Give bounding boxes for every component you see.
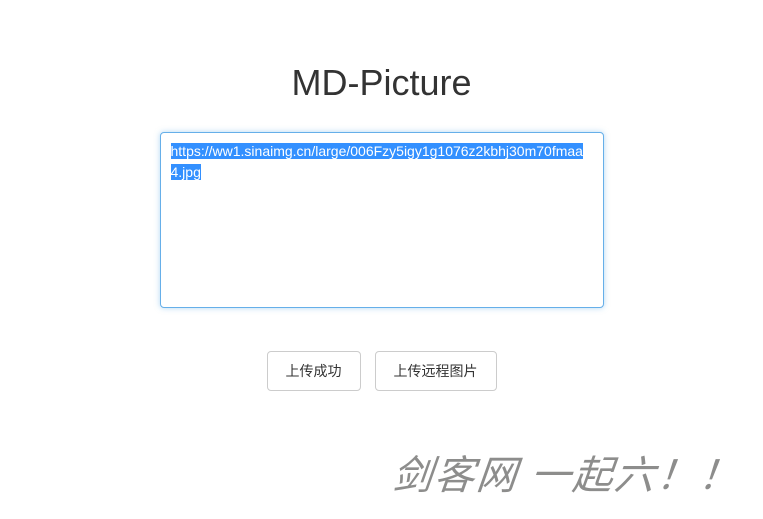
watermark-text: 剑客网 一起六！！ [390, 443, 744, 501]
page-title: MD-Picture [291, 62, 471, 104]
url-textarea[interactable] [160, 132, 604, 308]
button-row: 上传成功 上传远程图片 [267, 351, 497, 391]
url-textarea-wrap: https://ww1.sinaimg.cn/large/006Fzy5igy1… [160, 132, 604, 313]
main-container: MD-Picture https://ww1.sinaimg.cn/large/… [0, 0, 763, 391]
upload-remote-button[interactable]: 上传远程图片 [375, 351, 497, 391]
upload-status-button[interactable]: 上传成功 [267, 351, 361, 391]
